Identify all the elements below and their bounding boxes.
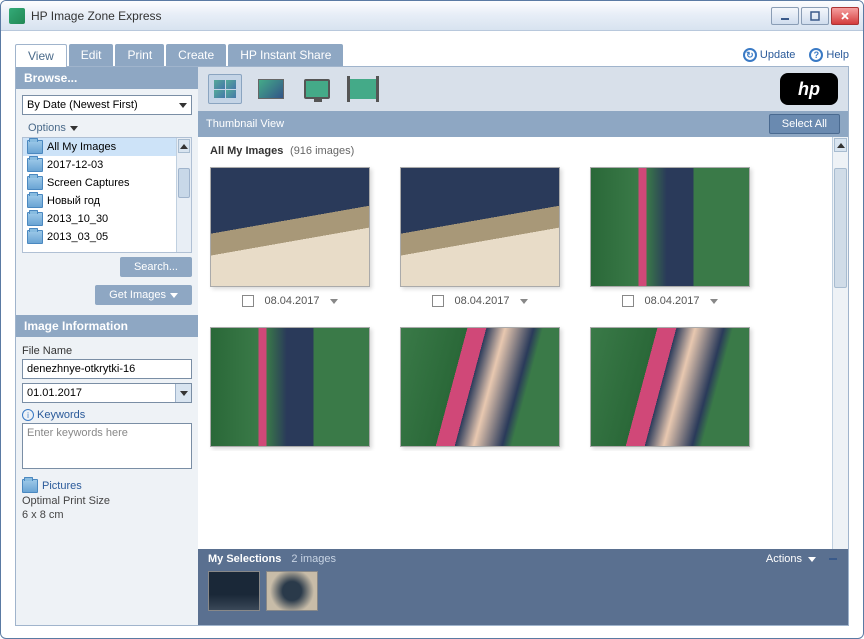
keywords-link[interactable]: iKeywords [22, 409, 192, 421]
folder-item[interactable]: 2013_03_05 [23, 228, 191, 246]
folder-all-images[interactable]: All My Images [23, 138, 191, 156]
selection-thumbnail[interactable] [266, 571, 318, 611]
grid-icon [214, 80, 236, 98]
folder-item[interactable]: Screen Captures [23, 174, 191, 192]
gallery-scrollbar[interactable] [832, 137, 848, 549]
date-dropdown-button[interactable] [175, 384, 191, 402]
gallery: All My Images (916 images) 08.04.2017 08… [198, 137, 848, 549]
thumbnail-checkbox[interactable] [432, 295, 444, 307]
select-all-button[interactable]: Select All [769, 114, 840, 134]
browse-header: Browse... [16, 67, 198, 89]
folder-item[interactable]: 2013_10_30 [23, 210, 191, 228]
thumbnail-item[interactable] [400, 327, 560, 447]
collapse-button[interactable] [828, 554, 838, 564]
thumbnail-image[interactable] [400, 327, 560, 447]
thumbnail-view-label: Thumbnail View [206, 118, 284, 130]
update-icon: ↻ [743, 48, 757, 62]
fullscreen-button[interactable] [300, 74, 334, 104]
actions-menu[interactable]: Actions [766, 553, 816, 565]
thumbnail-image[interactable] [210, 167, 370, 287]
location-link[interactable]: Pictures [22, 479, 192, 493]
help-link[interactable]: ?Help [809, 48, 849, 62]
thumbnail-checkbox[interactable] [622, 295, 634, 307]
search-button[interactable]: Search... [120, 257, 192, 277]
thumbnail-image[interactable] [590, 327, 750, 447]
chevron-down-icon[interactable] [520, 299, 528, 304]
selection-thumbnail[interactable] [208, 571, 260, 611]
tab-print[interactable]: Print [115, 44, 164, 66]
app-icon [9, 8, 25, 24]
chevron-down-icon [170, 293, 178, 298]
thumbnail-item[interactable] [590, 327, 750, 447]
minimize-button[interactable] [771, 7, 799, 25]
tab-edit[interactable]: Edit [69, 44, 114, 66]
thumbnail-image[interactable] [210, 327, 370, 447]
slideshow-icon [350, 79, 376, 99]
print-size-value: 6 x 8 cm [22, 509, 192, 521]
folder-scrollbar[interactable] [176, 138, 191, 252]
tab-share[interactable]: HP Instant Share [228, 44, 343, 66]
titlebar: HP Image Zone Express [1, 1, 863, 31]
slideshow-button[interactable] [346, 74, 380, 104]
selections-count: 2 images [291, 553, 336, 565]
sidebar: Browse... By Date (Newest First) Options… [16, 67, 198, 625]
filename-label: File Name [22, 345, 192, 357]
help-icon: ? [809, 48, 823, 62]
view-toolbar: hp [198, 67, 848, 111]
folder-icon [27, 230, 43, 244]
thumbnail-item[interactable]: 08.04.2017 [400, 167, 560, 307]
info-icon: i [22, 409, 34, 421]
update-link[interactable]: ↻Update [743, 48, 795, 62]
folder-icon [27, 140, 43, 154]
thumbnail-header: Thumbnail View Select All [198, 111, 848, 137]
gallery-title: All My Images (916 images) [198, 137, 848, 163]
folder-icon [27, 194, 43, 208]
folder-icon [27, 176, 43, 190]
thumbnail-item[interactable]: 08.04.2017 [210, 167, 370, 307]
folder-icon [27, 212, 43, 226]
thumbnail-image[interactable] [400, 167, 560, 287]
chevron-down-icon [808, 557, 816, 562]
sort-dropdown[interactable]: By Date (Newest First) [22, 95, 192, 115]
folder-item[interactable]: 2017-12-03 [23, 156, 191, 174]
monitor-icon [304, 79, 330, 99]
thumbnail-item[interactable]: 08.04.2017 [590, 167, 750, 307]
app-window: HP Image Zone Express View Edit Print Cr… [0, 0, 864, 639]
close-button[interactable] [831, 7, 859, 25]
folder-list: All My Images 2017-12-03 Screen Captures… [22, 137, 192, 253]
chevron-down-icon[interactable] [330, 299, 338, 304]
main-tabs: View Edit Print Create HP Instant Share … [15, 43, 849, 67]
single-view-button[interactable] [254, 74, 288, 104]
folder-icon [27, 158, 43, 172]
main-content: hp Thumbnail View Select All All My Imag… [198, 67, 848, 625]
filename-input[interactable]: denezhnye-otkrytki-16 [22, 359, 192, 379]
selections-panel: My Selections 2 images Actions [198, 549, 848, 625]
options-toggle[interactable]: Options [22, 119, 192, 137]
date-input[interactable]: 01.01.2017 [22, 383, 192, 403]
hp-logo: hp [780, 73, 838, 105]
info-header: Image Information [16, 315, 198, 337]
tab-view[interactable]: View [15, 44, 67, 67]
selections-label: My Selections [208, 553, 281, 565]
folder-icon [22, 479, 38, 493]
tab-create[interactable]: Create [166, 44, 226, 66]
get-images-button[interactable]: Get Images [95, 285, 192, 305]
thumbnail-date: 08.04.2017 [454, 295, 509, 307]
thumbnail-item[interactable] [210, 327, 370, 447]
keywords-input[interactable]: Enter keywords here [22, 423, 192, 469]
chevron-down-icon [179, 103, 187, 108]
folder-item[interactable]: Новый год [23, 192, 191, 210]
image-icon [258, 79, 284, 99]
maximize-button[interactable] [801, 7, 829, 25]
chevron-down-icon[interactable] [710, 299, 718, 304]
thumbnail-date: 08.04.2017 [644, 295, 699, 307]
print-size-label: Optimal Print Size [22, 495, 192, 507]
chevron-down-icon [70, 126, 78, 131]
window-title: HP Image Zone Express [31, 9, 771, 23]
thumbnail-date: 08.04.2017 [264, 295, 319, 307]
thumbnail-view-button[interactable] [208, 74, 242, 104]
thumbnail-image[interactable] [590, 167, 750, 287]
thumbnail-checkbox[interactable] [242, 295, 254, 307]
